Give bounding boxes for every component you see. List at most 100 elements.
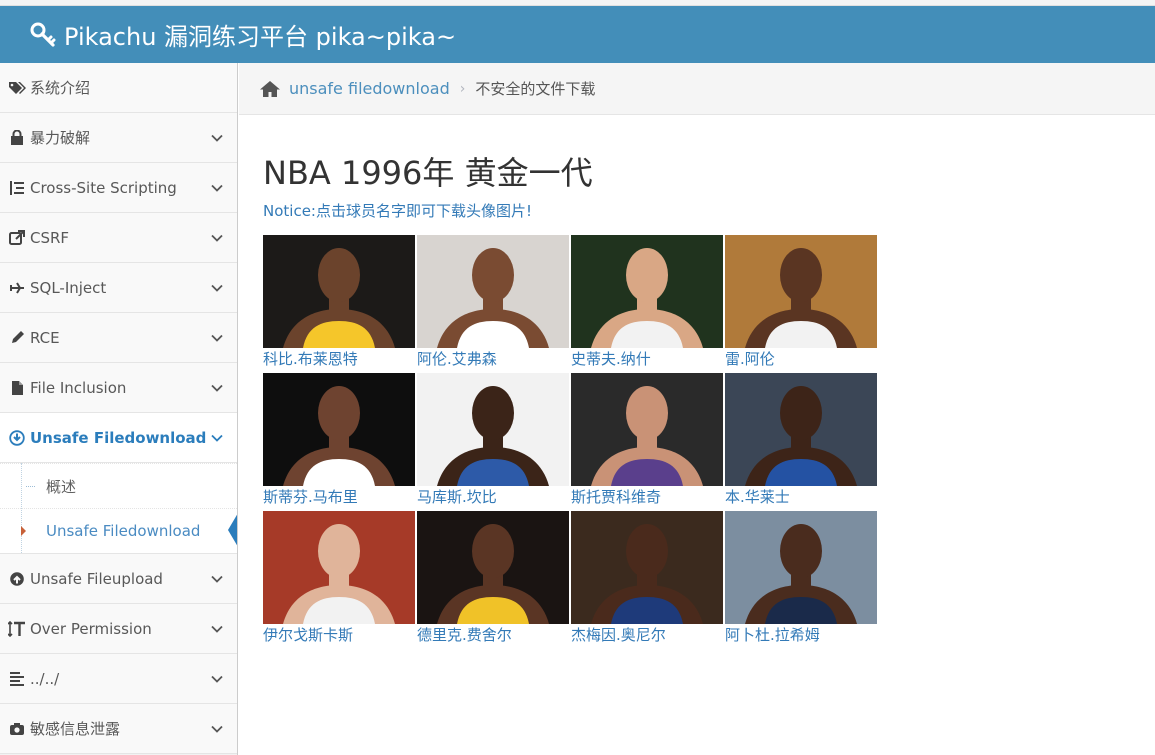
page-title: NBA 1996年 黄金一代 — [263, 154, 593, 192]
player-name-link[interactable]: 德里克.费舍尔 — [417, 624, 569, 646]
sidebar-item-info-leak[interactable]: 敏感信息泄露 — [0, 704, 237, 754]
player-card: 斯托贾科维奇 — [571, 373, 723, 508]
player-name-link[interactable]: 杰梅因.奥尼尔 — [571, 624, 723, 646]
sidebar-item-unsafe-filedownload[interactable]: Unsafe Filedownload — [0, 413, 237, 463]
player-name-link[interactable]: 马库斯.坎比 — [417, 486, 569, 508]
player-name-link[interactable]: 阿伦.艾弗森 — [417, 348, 569, 370]
upload-circle-icon — [8, 571, 26, 587]
player-name-link[interactable]: 本.华莱士 — [725, 486, 877, 508]
player-card: 史蒂夫.纳什 — [571, 235, 723, 370]
player-card: 本.华莱士 — [725, 373, 877, 508]
player-card: 德里克.费舍尔 — [417, 511, 569, 646]
sidebar-item-label: RCE — [30, 328, 60, 347]
lock-icon — [8, 130, 26, 146]
chevron-down-icon — [211, 134, 223, 142]
list-icon — [8, 180, 26, 196]
home-icon[interactable] — [259, 80, 281, 98]
player-name-link[interactable]: 斯托贾科维奇 — [571, 486, 723, 508]
player-card: 科比.布莱恩特 — [263, 235, 415, 370]
sidebar-item-label: Unsafe Fileupload — [30, 569, 163, 588]
submenu-item-label: Unsafe Filedownload — [46, 522, 201, 540]
player-card: 马库斯.坎比 — [417, 373, 569, 508]
breadcrumb-separator-icon: › — [459, 80, 466, 97]
player-photo — [725, 235, 877, 348]
sidebar-item-label: Unsafe Filedownload — [30, 428, 207, 447]
navbar: Pikachu 漏洞练习平台 pika~pika~ — [0, 6, 1155, 63]
sidebar-item-rce[interactable]: RCE — [0, 313, 237, 363]
share-icon — [8, 230, 26, 246]
sidebar-item-over-permission[interactable]: Over Permission — [0, 604, 237, 654]
chevron-down-icon — [211, 575, 223, 583]
submenu-item-overview[interactable]: 概述 — [0, 463, 237, 508]
tree-tick — [26, 486, 35, 487]
player-card: 伊尔戈斯卡斯 — [263, 511, 415, 646]
player-name-link[interactable]: 斯蒂芬.马布里 — [263, 486, 415, 508]
camera-icon — [8, 721, 26, 737]
chevron-down-icon — [211, 675, 223, 683]
sidebar-item-label: 暴力破解 — [30, 129, 91, 147]
plane-icon — [8, 280, 26, 296]
player-card: 阿伦.艾弗森 — [417, 235, 569, 370]
file-icon — [8, 380, 26, 396]
player-photo — [571, 511, 723, 624]
chevron-down-icon — [211, 725, 223, 733]
tags-icon — [8, 80, 26, 96]
sidebar-item-label: Over Permission — [30, 619, 152, 638]
sidebar: 系统介绍 暴力破解 Cross-Site Scripting CSRF SQL-… — [0, 63, 238, 755]
breadcrumb-link[interactable]: unsafe filedownload — [289, 79, 450, 98]
player-card: 雷.阿伦 — [725, 235, 877, 370]
player-photo — [417, 373, 569, 486]
player-name-link[interactable]: 科比.布莱恩特 — [263, 348, 415, 370]
sidebar-item-intro[interactable]: 系统介绍 — [0, 63, 237, 113]
sidebar-item-label: CSRF — [30, 228, 70, 247]
active-pointer — [228, 513, 237, 547]
sidebar-item-burteforce[interactable]: 暴力破解 — [0, 113, 237, 163]
sidebar-item-label: File Inclusion — [30, 378, 127, 397]
player-photo — [263, 373, 415, 486]
caret-right-icon — [21, 526, 26, 536]
player-name-link[interactable]: 史蒂夫.纳什 — [571, 348, 723, 370]
player-photo — [571, 235, 723, 348]
chevron-down-icon — [211, 334, 223, 342]
notice-text: Notice:点击球员名字即可下载头像图片! — [263, 202, 532, 220]
chevron-down-icon — [211, 284, 223, 292]
player-photo — [263, 235, 415, 348]
sidebar-item-label: 系统介绍 — [30, 79, 91, 97]
player-name-link[interactable]: 雷.阿伦 — [725, 348, 877, 370]
sidebar-item-label: ../../ — [30, 669, 60, 688]
sidebar-item-xss[interactable]: Cross-Site Scripting — [0, 163, 237, 213]
sidebar-item-path-traversal[interactable]: ../../ — [0, 654, 237, 704]
breadcrumb-current: 不安全的文件下载 — [475, 80, 596, 98]
sidebar-item-file-inclusion[interactable]: File Inclusion — [0, 363, 237, 413]
player-photo — [417, 235, 569, 348]
sidebar-item-sqli[interactable]: SQL-Inject — [0, 263, 237, 313]
submenu-item-label: 概述 — [46, 477, 77, 496]
chevron-down-icon — [211, 625, 223, 633]
player-photo — [417, 511, 569, 624]
sidebar-item-unsafe-fileupload[interactable]: Unsafe Fileupload — [0, 554, 237, 604]
sidebar-item-label: 敏感信息泄露 — [30, 720, 121, 738]
chevron-down-icon — [211, 434, 223, 442]
brand-title: Pikachu 漏洞练习平台 pika~pika~ — [64, 23, 457, 51]
key-icon — [30, 22, 56, 47]
sidebar-item-label: SQL-Inject — [30, 278, 107, 297]
player-card: 阿卜杜.拉希姆 — [725, 511, 877, 646]
player-name-link[interactable]: 阿卜杜.拉希姆 — [725, 624, 877, 646]
submenu-item-unsafe-filedownload[interactable]: Unsafe Filedownload — [0, 508, 237, 553]
brand[interactable]: Pikachu 漏洞练习平台 pika~pika~ — [30, 17, 456, 52]
chevron-down-icon — [211, 384, 223, 392]
sidebar-item-csrf[interactable]: CSRF — [0, 213, 237, 263]
text-height-icon — [8, 620, 26, 637]
player-photo — [263, 511, 415, 624]
pencil-icon — [8, 330, 26, 346]
chevron-down-icon — [211, 234, 223, 242]
align-left-icon — [8, 671, 26, 687]
sidebar-item-label: Cross-Site Scripting — [30, 178, 177, 197]
player-name-link[interactable]: 伊尔戈斯卡斯 — [263, 624, 415, 646]
download-circle-icon — [8, 429, 26, 446]
player-card: 杰梅因.奥尼尔 — [571, 511, 723, 646]
breadcrumb: unsafe filedownload › 不安全的文件下载 — [239, 63, 1155, 115]
chevron-down-icon — [211, 184, 223, 192]
player-card: 斯蒂芬.马布里 — [263, 373, 415, 508]
submenu-unsafe-filedownload: 概述 Unsafe Filedownload — [0, 463, 237, 554]
